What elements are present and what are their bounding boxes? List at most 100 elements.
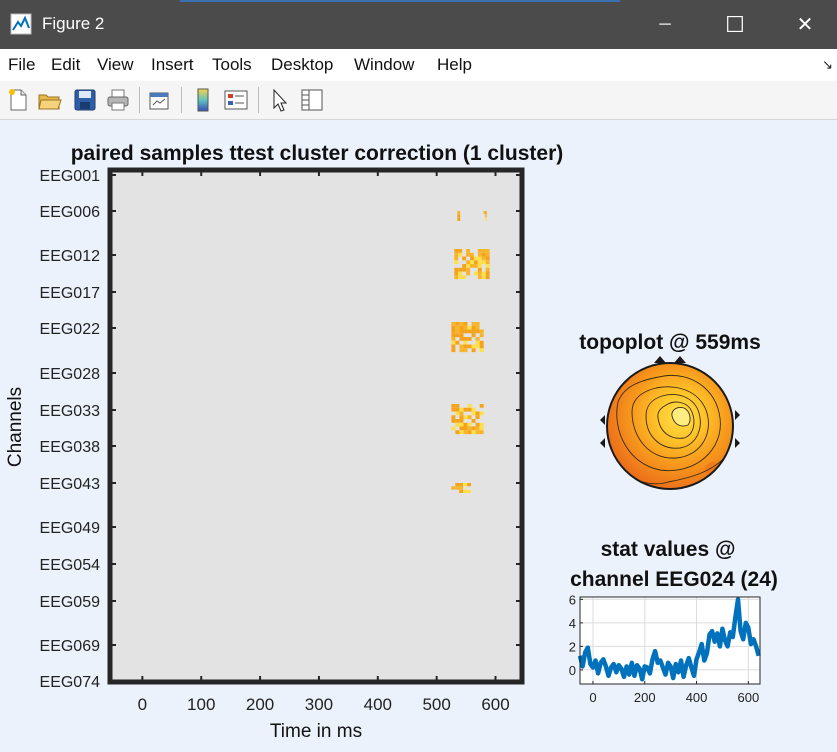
cluster-cell (485, 211, 487, 215)
cluster-cell (459, 411, 464, 416)
stat-line-axes[interactable]: stat values @ channel EEG024 (24) 0 200 40… (569, 538, 778, 705)
link-plot-icon[interactable] (146, 87, 172, 113)
heatmap-y-tick-label: EEG074 (40, 674, 101, 691)
cluster-cell (471, 411, 476, 416)
insert-legend-icon[interactable] (223, 87, 249, 113)
cluster-cell (458, 252, 463, 257)
cluster-cell (459, 337, 464, 341)
menu-window[interactable]: Window (354, 55, 414, 75)
menu-desktop[interactable]: Desktop (271, 55, 333, 75)
cluster-cell (467, 329, 472, 334)
cluster-cell (459, 329, 464, 334)
heatmap-y-tick-label: EEG001 (40, 168, 101, 185)
topoplot-title: topoplot @ 559ms (579, 331, 761, 354)
menu-view[interactable]: View (97, 55, 134, 75)
cluster-cell (457, 217, 461, 221)
menu-tools[interactable]: Tools (212, 55, 252, 75)
cluster-cell (451, 407, 456, 412)
menu-edit[interactable]: Edit (51, 55, 80, 75)
print-icon[interactable] (105, 87, 131, 113)
stat-x-tick-label: 400 (686, 690, 708, 705)
stat-x-tick-label: 0 (589, 690, 596, 705)
cluster-cell (477, 252, 482, 257)
cluster-cell (467, 489, 471, 493)
cluster-cell (477, 267, 482, 272)
cluster-cell (451, 426, 456, 431)
heatmap-x-tick-label: 500 (422, 695, 450, 714)
cluster-cell (459, 407, 464, 412)
cluster-cell (473, 264, 478, 268)
cluster-cell (459, 422, 464, 427)
close-button[interactable]: ✕ (770, 0, 837, 49)
cluster-cell (459, 333, 464, 338)
cluster-cell (454, 252, 459, 257)
heatmap-y-tick-label: EEG059 (40, 594, 101, 611)
heatmap-x-tick-labels: 0 100 200 300 400 500 600 (138, 695, 510, 714)
cluster-cell (475, 329, 480, 334)
cluster-cell (471, 430, 476, 435)
cluster-cell (459, 415, 464, 420)
heatmap-x-tick-label: 100 (187, 695, 215, 714)
cluster-cell (459, 430, 464, 435)
cluster-cell (463, 426, 468, 431)
cluster-cell (459, 486, 464, 490)
cluster-cell (463, 430, 468, 435)
cluster-cell (479, 422, 484, 427)
stat-title-line2: channel EEG024 (24) (570, 568, 778, 591)
window-title-bar[interactable]: Figure 2 ─ ☐ ✕ (0, 0, 837, 49)
heatmap-y-tick-label: EEG043 (40, 476, 101, 493)
cluster-cell (477, 260, 482, 265)
cluster-cell (479, 411, 484, 416)
cluster-cell (455, 329, 460, 334)
cluster-cell (466, 267, 470, 272)
menu-file[interactable]: File (8, 55, 35, 75)
cluster-cell (451, 322, 456, 326)
minimize-button[interactable]: ─ (630, 0, 700, 49)
cluster-cell (463, 344, 468, 349)
cluster-cell (454, 267, 459, 272)
cluster-cell (463, 415, 468, 420)
heatmap-x-tick-label: 300 (305, 695, 333, 714)
cluster-cell (457, 214, 461, 218)
topoplot[interactable]: topoplot @ 559ms (579, 331, 761, 490)
cluster-cell (451, 329, 456, 334)
cluster-cell (459, 325, 464, 330)
save-icon[interactable] (72, 87, 98, 113)
cluster-cell (471, 426, 476, 431)
property-inspector-icon[interactable] (299, 87, 325, 113)
insert-colorbar-icon[interactable] (190, 87, 216, 113)
cluster-cell (485, 249, 490, 253)
cluster-cell (481, 260, 486, 265)
cluster-cell (467, 483, 471, 487)
topoplot-right-ear (735, 410, 740, 420)
cluster-cell (451, 344, 456, 349)
menu-help[interactable]: Help (437, 55, 472, 75)
cluster-cell (466, 260, 470, 265)
maximize-button[interactable]: ☐ (700, 0, 770, 49)
cluster-cell (463, 422, 468, 427)
new-figure-icon[interactable] (5, 87, 31, 113)
cluster-cell (455, 411, 460, 416)
cluster-cell (475, 411, 480, 416)
cluster-cell (467, 325, 472, 330)
cluster-cell (471, 322, 476, 326)
cluster-cell (471, 329, 476, 334)
cluster-cell (479, 404, 484, 408)
cluster-cell (467, 344, 472, 349)
open-file-icon[interactable] (37, 87, 63, 113)
cluster-cell (481, 256, 486, 261)
dock-figure-icon[interactable]: ↘ (822, 57, 833, 73)
figure-canvas: paired samples ttest cluster correction … (5, 142, 778, 742)
cluster-cell (467, 422, 472, 427)
cluster-cell (463, 325, 468, 330)
figure-toolbar (0, 81, 837, 120)
cluster-cell (455, 325, 460, 330)
heatmap-y-tick-label: EEG022 (40, 321, 101, 338)
cluster-cell (470, 256, 474, 261)
edit-plot-icon[interactable] (266, 87, 292, 113)
cluster-cell (458, 275, 463, 280)
cluster-cell (470, 260, 474, 265)
matlab-figure-icon (10, 13, 32, 35)
menu-insert[interactable]: Insert (151, 55, 194, 75)
heatmap-axes[interactable]: paired samples ttest cluster correction … (5, 142, 563, 742)
